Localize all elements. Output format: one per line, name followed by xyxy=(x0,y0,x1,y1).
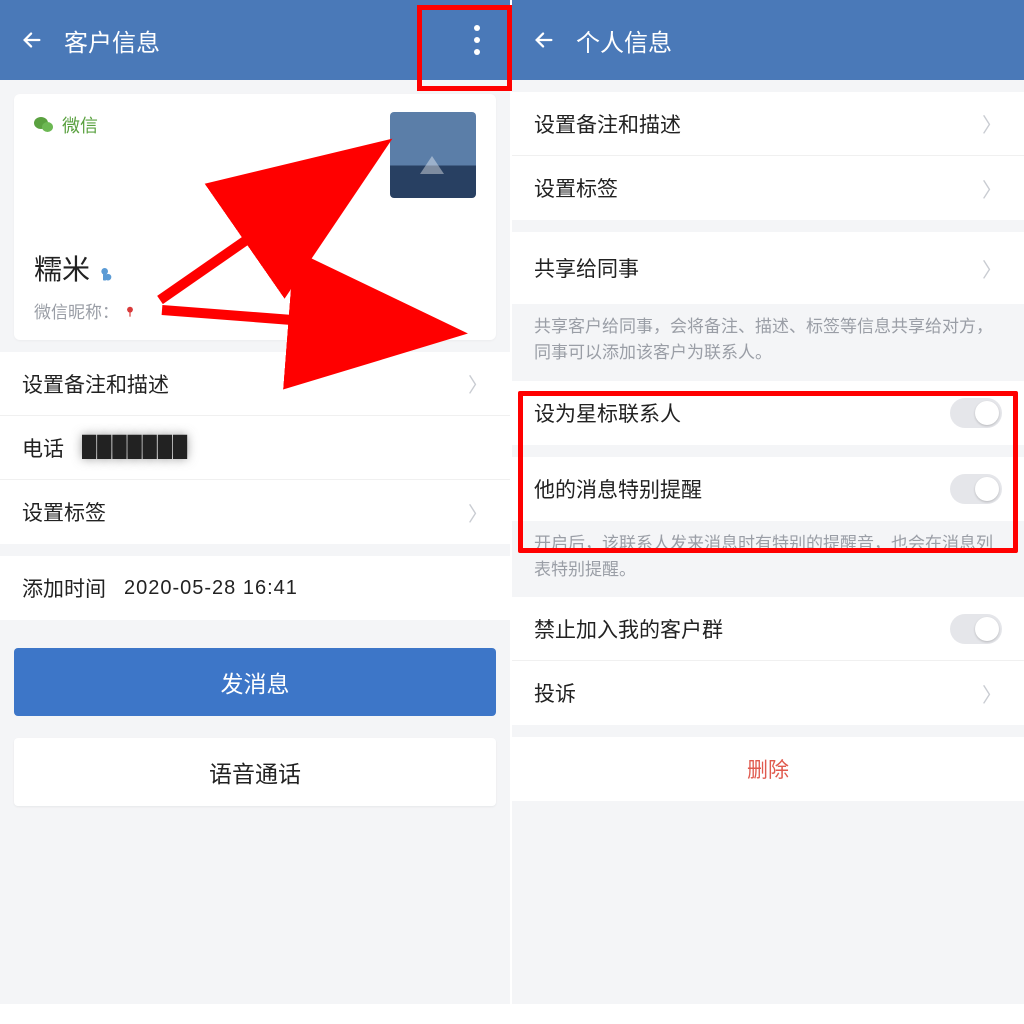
row-phone[interactable]: 电话 ███████ xyxy=(0,416,510,480)
left-page-title: 客户信息 xyxy=(64,23,160,58)
row-set-tags[interactable]: 设置标签 〉 xyxy=(0,480,510,544)
row-label: 禁止加入我的客户群 xyxy=(534,614,723,644)
more-menu-icon[interactable] xyxy=(444,0,510,80)
row-label: 他的消息特别提醒 xyxy=(534,474,702,504)
row-label: 投诉 xyxy=(534,678,576,708)
chevron-right-icon: 〉 xyxy=(468,369,488,398)
row-block-group[interactable]: 禁止加入我的客户群 xyxy=(512,597,1024,661)
row-label: 删除 xyxy=(747,754,789,784)
wechat-icon xyxy=(34,114,56,136)
channel-label: 微信 xyxy=(62,112,98,138)
gender-male-icon xyxy=(98,258,118,278)
row-label: 共享给同事 xyxy=(534,253,639,283)
row-set-remark[interactable]: 设置备注和描述 〉 xyxy=(512,92,1024,156)
row-set-tags[interactable]: 设置标签 〉 xyxy=(512,156,1024,220)
special-description: 开启后，该联系人发来消息时有特别的提醒音，也会在消息列表特别提醒。 xyxy=(512,521,1024,598)
button-label: 语音通话 xyxy=(209,755,301,789)
row-add-time: 添加时间 2020-05-28 16:41 xyxy=(0,556,510,620)
share-description: 共享客户给同事，会将备注、描述、标签等信息共享给对方，同事可以添加该客户为联系人… xyxy=(512,304,1024,381)
chevron-right-icon: 〉 xyxy=(982,254,1002,283)
voice-call-button[interactable]: 语音通话 xyxy=(14,738,496,806)
row-label: 设置标签 xyxy=(534,173,618,203)
toggle-switch[interactable] xyxy=(950,398,1002,428)
chevron-right-icon: 〉 xyxy=(982,109,1002,138)
right-topbar: 个人信息 xyxy=(512,0,1024,80)
avatar[interactable] xyxy=(390,112,476,198)
right-page-title: 个人信息 xyxy=(576,23,672,58)
back-icon[interactable] xyxy=(530,26,558,54)
send-message-button[interactable]: 发消息 xyxy=(14,648,496,716)
chevron-right-icon: 〉 xyxy=(982,679,1002,708)
pin-icon xyxy=(123,304,137,318)
row-special-alert[interactable]: 他的消息特别提醒 xyxy=(512,457,1024,521)
row-delete[interactable]: 删除 xyxy=(512,737,1024,801)
nickname-label: 微信昵称： xyxy=(34,298,119,323)
row-label: 设置备注和描述 xyxy=(534,109,681,139)
row-star-contact[interactable]: 设为星标联系人 xyxy=(512,381,1024,445)
chevron-right-icon: 〉 xyxy=(982,174,1002,203)
chevron-right-icon: 〉 xyxy=(468,498,488,527)
back-icon[interactable] xyxy=(18,26,46,54)
left-topbar: 客户信息 xyxy=(0,0,510,80)
row-complain[interactable]: 投诉 〉 xyxy=(512,661,1024,725)
phone-value: ███████ xyxy=(82,436,188,459)
row-share-colleague[interactable]: 共享给同事 〉 xyxy=(512,232,1024,304)
button-label: 发消息 xyxy=(221,665,290,699)
row-label: 设置标签 xyxy=(22,497,106,527)
customer-name: 糯米 xyxy=(34,248,90,288)
row-label: 设置备注和描述 xyxy=(22,369,169,399)
add-time-value: 2020-05-28 16:41 xyxy=(124,577,298,600)
toggle-switch[interactable] xyxy=(950,614,1002,644)
row-label: 添加时间 xyxy=(22,573,106,603)
customer-card: 微信 糯米 微信昵称： xyxy=(14,94,496,340)
row-label: 电话 xyxy=(22,433,64,463)
row-label: 设为星标联系人 xyxy=(534,398,681,428)
row-set-remark[interactable]: 设置备注和描述 〉 xyxy=(0,352,510,416)
toggle-switch[interactable] xyxy=(950,474,1002,504)
